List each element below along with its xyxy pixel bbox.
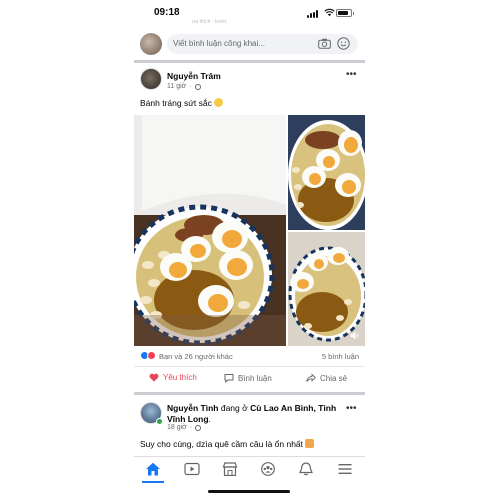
- post-header: Nguyễn Trâm 11 giờ · •••: [134, 64, 365, 96]
- reactions-summary[interactable]: Bạn và 26 người khác: [159, 352, 233, 361]
- bowl-closeup-photo: [288, 115, 365, 230]
- divider: [134, 366, 365, 367]
- author-avatar[interactable]: [140, 68, 162, 90]
- heart-icon: [149, 373, 159, 382]
- author-name[interactable]: Nguyễn Trâm: [167, 71, 221, 81]
- comment-placeholder: Viết bình luận công khai...: [173, 39, 265, 48]
- comment-composer: Viết bình luận công khai...: [134, 30, 365, 58]
- heading-period: .: [208, 414, 211, 424]
- beer-emoji-icon: [305, 439, 315, 448]
- post-text: Suy cho cùng, dzìa quê cầm câu là ổn nhấ…: [140, 439, 315, 449]
- globe-icon: [194, 83, 201, 90]
- my-avatar: [140, 33, 162, 55]
- love-label: Yêu thích: [163, 373, 197, 382]
- comments-count[interactable]: 5 bình luận: [322, 352, 359, 361]
- checkin-verb: đang ở: [218, 403, 251, 413]
- notifications-icon[interactable]: [298, 462, 314, 476]
- post-time[interactable]: 18 giờ: [167, 424, 187, 431]
- camera-icon[interactable]: [318, 38, 331, 49]
- online-status-badge: [156, 418, 163, 425]
- share-label: Chia sẻ: [320, 373, 348, 383]
- more-options-icon[interactable]: •••: [346, 69, 357, 80]
- author-name[interactable]: Nguyễn Tình: [167, 403, 218, 413]
- status-time: 09:18: [154, 7, 180, 18]
- photo-grid: [134, 115, 365, 346]
- post-heading: Nguyễn Tình đang ở Cù Lao An Bình, Tỉnh …: [167, 403, 347, 425]
- comment-label: Bình luận: [238, 373, 272, 383]
- divider: [134, 60, 365, 63]
- share-button[interactable]: Chia sẻ: [306, 373, 347, 383]
- video-icon[interactable]: [184, 462, 200, 476]
- smile-emoji-icon: [213, 98, 223, 107]
- groups-icon[interactable]: [260, 462, 276, 476]
- emoji-icon[interactable]: [337, 37, 350, 50]
- post-time[interactable]: 11 giờ: [167, 83, 186, 90]
- second-post: Nguyễn Tình đang ở Cù Lao An Bình, Tỉnh …: [134, 398, 365, 458]
- photo-secondary-top[interactable]: [288, 115, 365, 230]
- love-reaction-icon: [147, 351, 156, 360]
- active-tab-indicator: [142, 481, 164, 483]
- home-icon[interactable]: [145, 462, 161, 476]
- facebook-app: 09:18 ưa thích · trước Viết bình luận cô…: [134, 0, 365, 499]
- marketplace-icon[interactable]: [222, 462, 238, 476]
- menu-icon[interactable]: [337, 462, 353, 476]
- bowl-video-photo: [288, 232, 365, 346]
- divider: [134, 392, 365, 395]
- bottom-navigation: [134, 456, 365, 483]
- wifi-icon: [324, 8, 335, 17]
- post-caption: Suy cho cùng, dzìa quê cầm câu là ổn nhấ…: [140, 439, 304, 449]
- speaker-icon[interactable]: [350, 331, 360, 340]
- post-actions: Yêu thích Bình luận Chia sẻ: [134, 368, 365, 390]
- comment-button[interactable]: Bình luận: [224, 373, 272, 383]
- comment-input[interactable]: Viết bình luận công khai...: [167, 34, 358, 54]
- photo-secondary-bottom[interactable]: [288, 232, 365, 346]
- share-icon: [306, 373, 316, 382]
- comment-icon: [224, 374, 234, 383]
- reactions-bar: Bạn và 26 người khác 5 bình luận: [134, 350, 365, 364]
- post-meta: 11 giờ ·: [167, 83, 201, 90]
- battery-icon: [336, 9, 354, 17]
- signal-icon: [307, 10, 321, 18]
- post-meta: 18 giờ ·: [167, 424, 202, 431]
- home-indicator[interactable]: [208, 490, 290, 493]
- rice-paper-bowl-photo: [134, 115, 286, 346]
- post-caption: Bánh tráng sứt sắc: [140, 98, 212, 108]
- post-text: Bánh tráng sứt sắc: [140, 98, 223, 108]
- previous-post-edge: ưa thích · trước: [192, 19, 227, 25]
- more-options-icon[interactable]: •••: [346, 403, 357, 414]
- love-button[interactable]: Yêu thích: [149, 373, 197, 382]
- globe-icon: [195, 424, 202, 431]
- photo-main[interactable]: [134, 115, 286, 346]
